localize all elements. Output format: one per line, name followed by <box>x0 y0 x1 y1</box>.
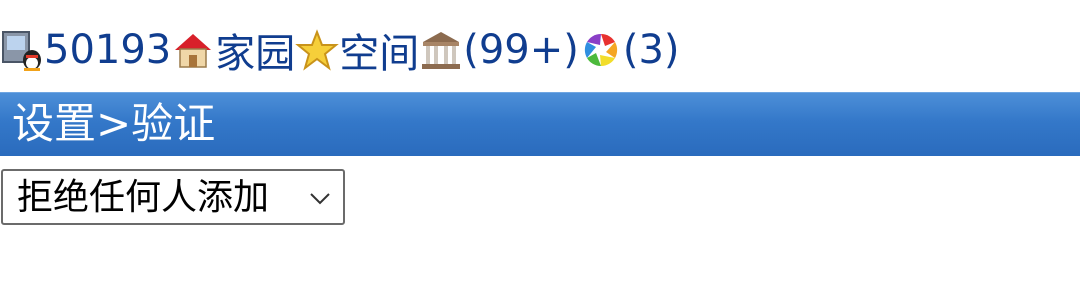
star-icon <box>295 28 340 72</box>
user-id-link[interactable]: 50193 <box>44 27 171 73</box>
qq-user-icon <box>0 28 44 72</box>
top-nav: 50193 家园 空间 (99+) (3) <box>0 10 680 90</box>
photos-link[interactable]: (3) <box>623 27 680 73</box>
building-icon <box>419 28 463 72</box>
aperture-icon <box>579 28 623 72</box>
chevron-down-icon <box>310 193 330 205</box>
home-link[interactable]: 家园 <box>215 21 295 79</box>
page-title: 设置>验证 <box>12 99 216 148</box>
page-title-bar: 设置>验证 <box>0 92 1080 156</box>
house-icon <box>171 28 215 72</box>
space-link[interactable]: 空间 <box>339 21 419 79</box>
verification-select[interactable]: 拒绝任何人添加 <box>1 169 345 225</box>
verification-select-value: 拒绝任何人添加 <box>17 177 270 218</box>
messages-link[interactable]: (99+) <box>463 27 579 73</box>
